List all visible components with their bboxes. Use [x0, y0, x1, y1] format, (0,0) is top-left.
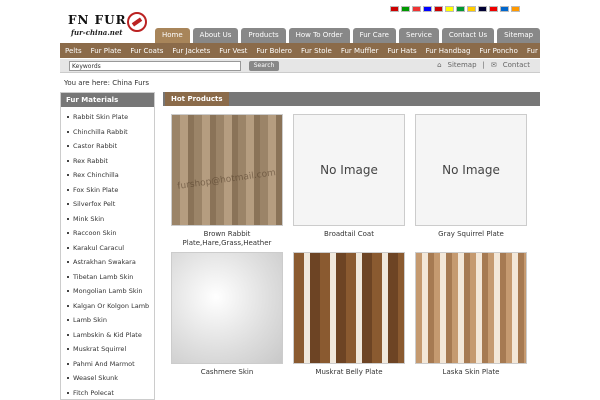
nav-home[interactable]: Home	[155, 28, 190, 43]
product-image[interactable]	[293, 252, 405, 364]
tab-hot-products[interactable]: Hot Products	[165, 92, 229, 106]
sidebar-item[interactable]: Fitch Polecat	[61, 389, 154, 400]
link-separator: |	[482, 61, 485, 69]
nav-service[interactable]: Service	[399, 28, 439, 43]
image-watermark: furshop@hotmail.com	[176, 168, 277, 192]
sidebar-item[interactable]: Tibetan Lamb Skin	[61, 273, 154, 288]
sidebar-item[interactable]: Lamb Skin	[61, 316, 154, 331]
no-image-placeholder[interactable]: No Image	[293, 114, 405, 226]
sitemap-link[interactable]: Sitemap	[448, 61, 477, 69]
flag-icon[interactable]	[434, 6, 443, 12]
category-link[interactable]: Fur Poncho	[479, 47, 517, 55]
product-card[interactable]: No Image Gray Squirrel Plate	[415, 114, 527, 239]
sidebar-item[interactable]: Weasel Skunk	[61, 374, 154, 389]
category-link[interactable]: Fur Stole	[301, 47, 332, 55]
product-name[interactable]: Muskrat Belly Plate	[293, 368, 405, 377]
sidebar-item[interactable]: Mink Skin	[61, 215, 154, 230]
nav-sitemap[interactable]: Sitemap	[497, 28, 541, 43]
sitemap-icon: ⌂	[437, 61, 442, 69]
product-image[interactable]	[171, 252, 283, 364]
product-card[interactable]: Muskrat Belly Plate	[293, 252, 405, 377]
page: FN FUR fur-china.net Home About Us Produ…	[0, 0, 600, 400]
contact-icon: ✉	[490, 61, 497, 69]
sidebar-item[interactable]: Kalgan Or Kolgon Lamb	[61, 302, 154, 317]
utility-links: ⌂ Sitemap | ✉ Contact	[437, 61, 530, 69]
breadcrumb-prefix: You are here:	[64, 79, 110, 87]
category-link[interactable]: Fur Bolero	[256, 47, 292, 55]
flag-icon[interactable]	[489, 6, 498, 12]
top-navigation: Home About Us Products How To Order Fur …	[155, 28, 541, 43]
flag-icon[interactable]	[511, 6, 520, 12]
search-button[interactable]: Search	[249, 61, 279, 71]
flag-icon[interactable]	[456, 6, 465, 12]
sidebar-item[interactable]: Rabbit Skin Plate	[61, 113, 154, 128]
product-name[interactable]: Laska Skin Plate	[415, 368, 527, 377]
search-bar: Keywords Search ⌂ Sitemap | ✉ Contact	[60, 59, 540, 73]
sidebar-item[interactable]: Rex Chinchilla	[61, 171, 154, 186]
sidebar-item[interactable]: Castor Rabbit	[61, 142, 154, 157]
category-bar: Pelts Fur Plate Fur Coats Fur Jackets Fu…	[60, 43, 556, 58]
product-card[interactable]: furshop@hotmail.com Brown Rabbit Plate,Ha…	[171, 114, 283, 248]
category-link[interactable]: Fur Vest	[219, 47, 247, 55]
category-link[interactable]: Pelts	[65, 47, 82, 55]
breadcrumb: You are here: China Furs	[64, 79, 149, 87]
no-image-placeholder[interactable]: No Image	[415, 114, 527, 226]
flag-icon[interactable]	[445, 6, 454, 12]
flag-icon[interactable]	[412, 6, 421, 12]
main-content: Hot Products furshop@hotmail.com Brown Ra…	[163, 92, 540, 400]
breadcrumb-current[interactable]: China Furs	[112, 79, 149, 87]
flag-icon[interactable]	[500, 6, 509, 12]
logo-title: FN FUR	[68, 13, 127, 27]
sidebar-item[interactable]: Muskrat Squirrel	[61, 345, 154, 360]
flag-icon[interactable]	[478, 6, 487, 12]
flag-icon[interactable]	[467, 6, 476, 12]
sidebar-item[interactable]: Rex Rabbit	[61, 157, 154, 172]
logo-subtitle: fur-china.net	[71, 28, 123, 37]
sidebar-item[interactable]: Pahmi And Marmot	[61, 360, 154, 375]
sidebar-item[interactable]: Silverfox Pelt	[61, 200, 154, 215]
product-card[interactable]: No Image Broadtail Coat	[293, 114, 405, 239]
product-image[interactable]	[415, 252, 527, 364]
flag-icon[interactable]	[423, 6, 432, 12]
category-link[interactable]: Fur Gilet	[527, 47, 557, 55]
products-header: Hot Products	[163, 92, 540, 106]
category-link[interactable]: Fur Plate	[91, 47, 122, 55]
product-name[interactable]: Broadtail Coat	[293, 230, 405, 239]
nav-how-to-order[interactable]: How To Order	[288, 28, 350, 43]
logo-mark-icon	[127, 12, 147, 32]
sidebar-item[interactable]: Raccoon Skin	[61, 229, 154, 244]
category-link[interactable]: Fur Jackets	[172, 47, 210, 55]
sidebar: Fur Materials Rabbit Skin Plate Chinchill…	[60, 92, 155, 400]
flag-icon[interactable]	[401, 6, 410, 12]
logo[interactable]: FN FUR fur-china.net	[65, 10, 150, 40]
category-link[interactable]: Fur Coats	[130, 47, 163, 55]
product-name[interactable]: Cashmere Skin	[171, 368, 283, 377]
sidebar-title: Fur Materials	[61, 93, 154, 107]
category-link[interactable]: Fur Muffler	[341, 47, 379, 55]
sidebar-item[interactable]: Astrakhan Swakara	[61, 258, 154, 273]
sidebar-item[interactable]: Karakul Caracul	[61, 244, 154, 259]
sidebar-list: Rabbit Skin Plate Chinchilla Rabbit Castor…	[61, 107, 154, 400]
sidebar-item[interactable]: Fox Skin Plate	[61, 186, 154, 201]
search-input[interactable]: Keywords	[69, 61, 241, 71]
product-card[interactable]: Cashmere Skin	[171, 252, 283, 377]
nav-products[interactable]: Products	[241, 28, 286, 43]
product-card[interactable]: Laska Skin Plate	[415, 252, 527, 377]
nav-contact-us[interactable]: Contact Us	[441, 28, 495, 43]
sidebar-item[interactable]: Mongolian Lamb Skin	[61, 287, 154, 302]
product-name[interactable]: Gray Squirrel Plate	[415, 230, 527, 239]
nav-about-us[interactable]: About Us	[192, 28, 239, 43]
flag-icon[interactable]	[390, 6, 399, 12]
product-image[interactable]: furshop@hotmail.com	[171, 114, 283, 226]
language-flags	[390, 6, 520, 12]
product-name[interactable]: Brown Rabbit Plate,Hare,Grass,Heather	[171, 230, 283, 248]
contact-link[interactable]: Contact	[503, 61, 530, 69]
sidebar-item[interactable]: Chinchilla Rabbit	[61, 128, 154, 143]
category-link[interactable]: Fur Hats	[387, 47, 416, 55]
category-link[interactable]: Fur Handbag	[426, 47, 471, 55]
nav-fur-care[interactable]: Fur Care	[352, 28, 396, 43]
sidebar-item[interactable]: Lambskin & Kid Plate	[61, 331, 154, 346]
